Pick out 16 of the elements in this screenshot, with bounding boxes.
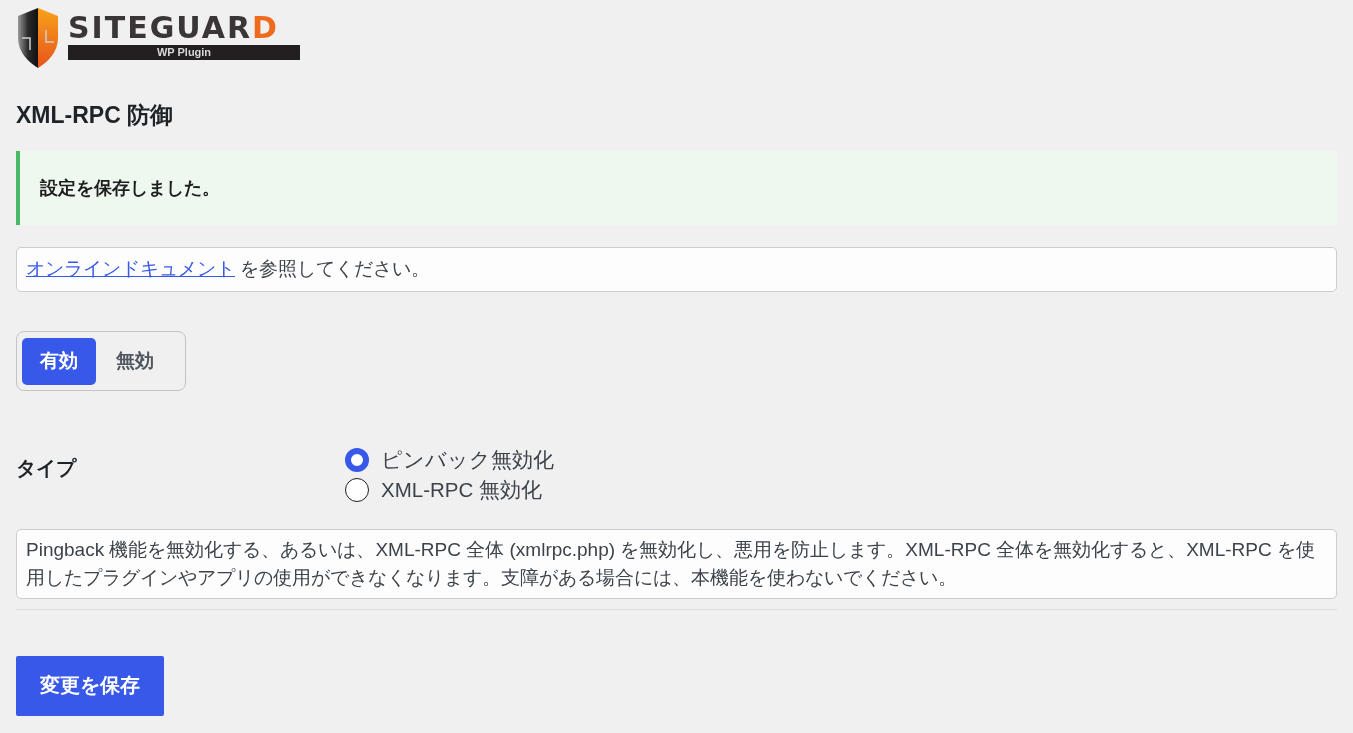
radio-button[interactable] xyxy=(345,478,369,502)
radio-label: XML-RPC 無効化 xyxy=(381,477,542,503)
notice-message: 設定を保存しました。 xyxy=(40,176,220,200)
online-docs-link[interactable]: オンラインドキュメント xyxy=(26,258,235,280)
logo-subtitle: WP Plugin xyxy=(68,45,300,60)
toggle-option[interactable]: 有効 xyxy=(22,337,96,385)
description-text: Pingback 機能を無効化する、あるいは、XML-RPC 全体 (xmlrpc.php) を無効化し、悪用を防止します。XML-RPC 全体を無効化すると、XML-RPC を使用したプラグインやアプリの使用ができなくなります。支障がある場合には、本機能を使わないでください。 xyxy=(26,538,1316,590)
radio-label: ピンバック無効化 xyxy=(381,447,554,473)
radio-button[interactable] xyxy=(345,448,369,472)
type-label: タイプ xyxy=(16,456,78,481)
logo-wordmark: SITEGUARD xyxy=(68,13,280,43)
shield-logo-icon xyxy=(16,8,60,68)
info-text: オンラインドキュメント を参照してください。 xyxy=(26,257,431,282)
toggle-option[interactable]: 無効 xyxy=(98,337,172,385)
save-changes-button[interactable]: 変更を保存 xyxy=(16,656,164,716)
page-title: XML-RPC 防御 xyxy=(16,101,174,129)
